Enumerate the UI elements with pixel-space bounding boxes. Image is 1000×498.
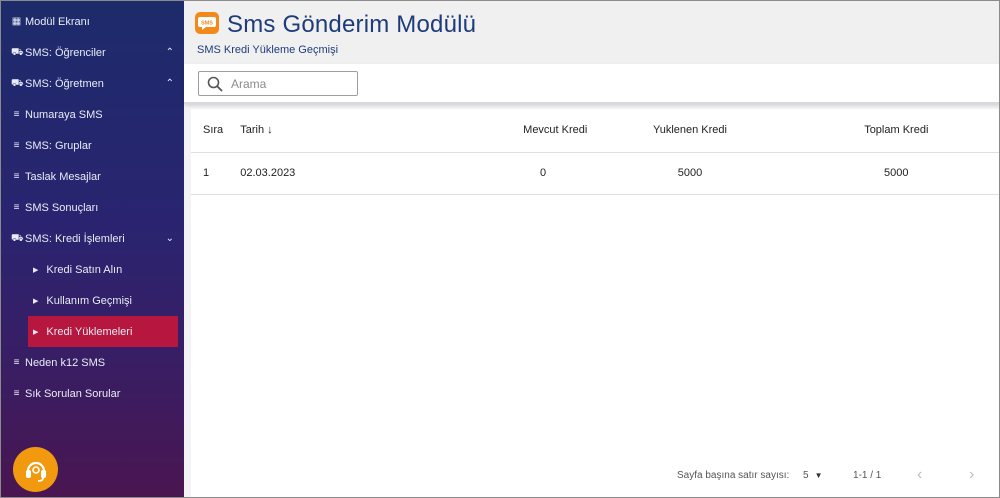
toolbar	[184, 64, 999, 104]
sidebar-item-sms-ogrenciler[interactable]: ⛟ SMS: Öğrenciler ⌃	[1, 37, 184, 68]
caret-down-icon: ▼	[814, 471, 823, 480]
sidebar-subitem-label: Kullanım Geçmişi	[46, 294, 132, 307]
list-icon: ≡	[13, 356, 20, 368]
rows-per-page-select[interactable]: 5 ▼	[803, 470, 822, 481]
truck-icon: ⛟	[11, 77, 24, 89]
truck-icon: ⛟	[11, 232, 24, 244]
chevron-up-icon[interactable]: ⌃	[166, 78, 174, 89]
sort-descending-icon[interactable]: ↓	[267, 124, 273, 136]
main-content: SMS Sms Gönderim Modülü SMS Kredi Yüklem…	[184, 1, 999, 497]
sidebar-item-label: SMS: Kredi İşlemleri	[25, 232, 125, 245]
sidebar-item-label: SMS Sonuçları	[25, 201, 99, 214]
column-header-yuklenen-kredi[interactable]: Yuklenen Kredi	[587, 109, 793, 153]
search-input[interactable]	[231, 76, 351, 91]
sidebar-item-modul-ekrani[interactable]: ▦ Modül Ekranı	[1, 6, 184, 37]
headset-icon	[25, 461, 46, 482]
pagination-range: 1-1 / 1	[853, 470, 882, 481]
sidebar-subitem-label: Kredi Yüklemeleri	[46, 325, 133, 338]
sidebar-item-sms-ogretmen[interactable]: ⛟ SMS: Öğretmen ⌃	[1, 68, 184, 99]
sidebar-item-numaraya-sms[interactable]: ≡ Numaraya SMS	[1, 99, 184, 130]
sidebar-item-sms-sonuclari[interactable]: ≡ SMS Sonuçları	[1, 192, 184, 223]
column-header-sira[interactable]: Sıra	[191, 109, 233, 153]
grid-icon: ▦	[11, 15, 22, 27]
app-window: ▦ Modül Ekranı ⛟ SMS: Öğrenciler ⌃ ⛟ SMS…	[0, 0, 1000, 498]
chevron-up-icon[interactable]: ⌃	[166, 47, 174, 58]
cell-yuklenen-kredi: 5000	[587, 152, 793, 195]
support-button[interactable]	[13, 447, 58, 492]
sidebar-item-neden-k12-sms[interactable]: ≡ Neden k12 SMS	[1, 347, 184, 378]
table-row[interactable]: 1 02.03.2023 0 5000 5000	[191, 152, 999, 195]
column-header-tarih-label: Tarih	[240, 124, 265, 137]
sidebar-item-taslak-mesajlar[interactable]: ≡ Taslak Mesajlar	[1, 161, 184, 192]
sidebar-item-label: Modül Ekranı	[25, 15, 90, 28]
sidebar-nav: ▦ Modül Ekranı ⛟ SMS: Öğrenciler ⌃ ⛟ SMS…	[1, 1, 184, 409]
logo-text: SMS	[201, 21, 213, 27]
sidebar: ▦ Modül Ekranı ⛟ SMS: Öğrenciler ⌃ ⛟ SMS…	[1, 1, 184, 497]
sidebar-item-sik-sorulan-sorular[interactable]: ≡ Sık Sorulan Sorular	[1, 378, 184, 409]
rows-per-page-value: 5	[803, 470, 809, 481]
truck-icon: ⛟	[11, 46, 24, 58]
sidebar-subitem-kullanim-gecmisi[interactable]: ▶ Kullanım Geçmişi	[1, 285, 184, 316]
sidebar-item-label: Neden k12 SMS	[25, 356, 106, 369]
sidebar-item-label: SMS: Öğrenciler	[25, 46, 106, 59]
next-page-button[interactable]: ›	[969, 466, 974, 484]
sidebar-item-kredi-islemleri[interactable]: ⛟ SMS: Kredi İşlemleri ⌄	[1, 223, 184, 254]
list-icon: ≡	[13, 170, 20, 182]
cell-toplam-kredi: 5000	[792, 152, 999, 195]
sidebar-subitem-label: Kredi Satın Alın	[46, 263, 123, 276]
previous-page-button[interactable]: ‹	[917, 466, 922, 484]
cell-mevcut-kredi: 0	[300, 152, 588, 195]
sidebar-item-label: SMS: Gruplar	[25, 139, 92, 152]
column-header-tarih[interactable]: Tarih ↓	[232, 109, 301, 153]
sidebar-item-label: Numaraya SMS	[25, 108, 103, 121]
column-header-toplam-kredi[interactable]: Toplam Kredi	[792, 109, 999, 153]
sidebar-item-label: Sık Sorulan Sorular	[25, 387, 121, 400]
list-icon: ≡	[13, 108, 20, 120]
credit-history-table: Sıra Tarih ↓ Mevcut Kredi Yuklenen Kredi …	[191, 109, 999, 195]
search-box[interactable]	[198, 71, 358, 96]
list-icon: ≡	[13, 139, 20, 151]
chevron-down-icon[interactable]: ⌄	[166, 233, 174, 244]
cell-tarih: 02.03.2023	[232, 152, 301, 195]
column-header-mevcut-kredi[interactable]: Mevcut Kredi	[300, 109, 588, 153]
list-icon: ≡	[13, 387, 20, 399]
table-header-row: Sıra Tarih ↓ Mevcut Kredi Yuklenen Kredi …	[191, 109, 999, 153]
list-icon: ≡	[13, 201, 20, 213]
sms-logo-icon: SMS	[195, 12, 219, 34]
page-subtitle: SMS Kredi Yükleme Geçmişi	[197, 44, 339, 56]
page-header: SMS Sms Gönderim Modülü SMS Kredi Yüklem…	[184, 1, 999, 64]
sidebar-item-label: SMS: Öğretmen	[25, 77, 104, 90]
sidebar-subitem-kredi-satin-alin[interactable]: ▶ Kredi Satın Alın	[1, 254, 184, 285]
caret-right-icon: ▶	[33, 266, 39, 274]
cell-sira: 1	[191, 152, 233, 195]
page-title: Sms Gönderim Modülü	[227, 11, 477, 38]
caret-right-icon: ▶	[33, 328, 39, 336]
pagination: Sayfa başına satır sayısı: 5 ▼ 1-1 / 1 ‹…	[191, 461, 999, 491]
sidebar-subitem-kredi-yuklemeleri[interactable]: ▶ Kredi Yüklemeleri	[28, 316, 178, 347]
rows-per-page-label: Sayfa başına satır sayısı:	[677, 470, 790, 481]
table-panel: Sıra Tarih ↓ Mevcut Kredi Yuklenen Kredi …	[191, 109, 999, 497]
caret-right-icon: ▶	[33, 297, 39, 305]
sidebar-item-sms-gruplar[interactable]: ≡ SMS: Gruplar	[1, 130, 184, 161]
search-icon	[207, 76, 223, 92]
sidebar-item-label: Taslak Mesajlar	[25, 170, 101, 183]
